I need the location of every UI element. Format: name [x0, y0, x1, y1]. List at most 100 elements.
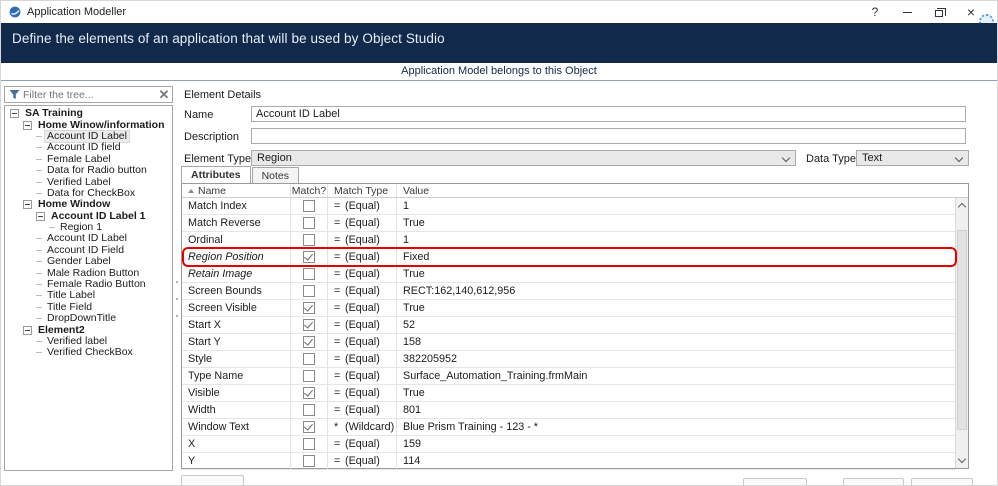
panel-splitter[interactable]: [175, 281, 178, 317]
attribute-value: 382205952: [403, 353, 458, 365]
tree-node-dropdowntitle[interactable]: DropDownTitle: [5, 313, 172, 324]
tree-node-home-window[interactable]: Home Window: [5, 199, 172, 210]
tree-collapse-icon[interactable]: [10, 109, 19, 119]
tree-collapse-icon[interactable]: [36, 211, 45, 221]
attribute-name: Window Text: [188, 421, 250, 433]
attribute-value: Surface_Automation_Training.frmMain: [403, 370, 588, 382]
element-type-dropdown[interactable]: Region: [251, 150, 796, 166]
filter-clear-icon[interactable]: ✕: [156, 88, 172, 101]
attribute-row-start-x[interactable]: Start X = (Equal) 52: [182, 317, 955, 334]
tab-notes[interactable]: Notes: [251, 167, 300, 183]
attribute-value: 52: [403, 319, 416, 331]
attribute-row-match-reverse[interactable]: Match Reverse = (Equal) True: [182, 215, 955, 232]
sort-ascending-icon: [188, 188, 194, 193]
tree-node-account-id-label[interactable]: Account ID Label: [5, 233, 172, 244]
bottom-button-3[interactable]: [843, 478, 904, 485]
tree-node-label: Region 1: [60, 221, 103, 234]
tree-connector: [36, 170, 42, 172]
bottom-button-2[interactable]: [743, 478, 807, 485]
close-button[interactable]: ×: [955, 1, 994, 29]
column-header-match[interactable]: Match?: [291, 184, 328, 197]
attribute-row-screen-bounds[interactable]: Screen Bounds = (Equal) RECT:162,140,612,95…: [182, 283, 955, 300]
tree-node-label: Data for Radio button: [47, 164, 147, 177]
scroll-down-icon[interactable]: [957, 454, 967, 464]
attribute-value: 1: [403, 200, 410, 212]
bottom-button-4[interactable]: [911, 478, 973, 485]
tree-connector: [36, 306, 42, 308]
tree-node-verified-checkbox[interactable]: Verified CheckBox: [5, 347, 172, 358]
name-field[interactable]: [251, 106, 966, 122]
attribute-row-region-position[interactable]: Region Position = (Equal) Fixed: [182, 247, 957, 267]
match-type: * (Wildcard): [328, 419, 397, 435]
column-header-value[interactable]: Value: [397, 184, 968, 197]
match-checkbox[interactable]: [303, 200, 315, 212]
match-checkbox[interactable]: [303, 455, 315, 467]
tree-collapse-icon[interactable]: [23, 200, 32, 210]
tree-collapse-icon[interactable]: [23, 325, 32, 335]
column-header-name[interactable]: Name: [182, 184, 291, 197]
attribute-row-type-name[interactable]: Type Name = (Equal) Surface_Automation_Trai…: [182, 368, 955, 385]
bottom-button-1[interactable]: [181, 475, 244, 485]
tree-node-account-id-field[interactable]: Account ID field: [5, 142, 172, 153]
match-type-name: (Wildcard): [345, 421, 395, 433]
tree-node-label: Account ID Label: [47, 232, 127, 245]
tree-node-label: DropDownTitle: [47, 312, 117, 325]
match-checkbox-checked[interactable]: [303, 421, 315, 433]
tree-filter-box: ✕: [4, 86, 173, 103]
match-type: = (Equal): [328, 368, 397, 384]
tab-attributes[interactable]: Attributes: [181, 166, 251, 183]
scrollbar-thumb[interactable]: [957, 230, 967, 430]
match-checkbox[interactable]: [303, 268, 315, 280]
match-checkbox[interactable]: [303, 285, 315, 297]
attribute-value: Blue Prism Training - 123 - *: [403, 421, 539, 433]
app-icon: [9, 6, 21, 18]
tree-node-gender-label[interactable]: Gender Label: [5, 256, 172, 267]
column-header-match-type[interactable]: Match Type: [328, 184, 397, 197]
match-type: = (Equal): [328, 300, 397, 316]
attribute-row-width[interactable]: Width = (Equal) 801: [182, 402, 955, 419]
table-scrollbar[interactable]: [955, 198, 968, 468]
match-checkbox[interactable]: [303, 370, 315, 382]
match-type: = (Equal): [328, 232, 397, 248]
attribute-row-screen-visible[interactable]: Screen Visible = (Equal) True: [182, 300, 955, 317]
match-checkbox[interactable]: [303, 234, 315, 246]
attribute-row-retain-image[interactable]: Retain Image = (Equal) True: [182, 266, 955, 283]
attribute-row-y[interactable]: Y = (Equal) 114: [182, 453, 955, 470]
minimize-button[interactable]: [891, 1, 923, 23]
match-checkbox[interactable]: [303, 438, 315, 450]
tree-node-title-label[interactable]: Title Label: [5, 290, 172, 301]
match-checkbox[interactable]: [303, 353, 315, 365]
match-checkbox-checked[interactable]: [303, 302, 315, 314]
tree-node-label: Home Winow/information: [38, 118, 165, 131]
attribute-name: Start Y: [188, 336, 221, 348]
match-type-operator: =: [334, 455, 341, 467]
attribute-row-ordinal[interactable]: Ordinal = (Equal) 1: [182, 232, 955, 249]
attribute-row-match-index[interactable]: Match Index = (Equal) 1: [182, 198, 955, 215]
match-checkbox[interactable]: [303, 217, 315, 229]
tree-node-label: Female Radio Button: [47, 278, 146, 291]
scroll-up-icon[interactable]: [957, 202, 967, 212]
match-checkbox[interactable]: [303, 404, 315, 416]
header-band: Define the elements of an application th…: [1, 23, 997, 63]
match-type-name: (Equal): [345, 438, 380, 450]
help-button[interactable]: ?: [859, 1, 891, 23]
match-checkbox-checked[interactable]: [303, 319, 315, 331]
match-checkbox-checked[interactable]: [303, 251, 315, 263]
tree-node-label: Verified CheckBox: [47, 346, 133, 359]
tree-node-sa-training[interactable]: SA Training: [5, 108, 172, 119]
attribute-value: 114: [403, 455, 421, 467]
attribute-row-style[interactable]: Style = (Equal) 382205952: [182, 351, 955, 368]
tree-node-label: Female Label: [47, 152, 111, 165]
match-checkbox-checked[interactable]: [303, 387, 315, 399]
description-field[interactable]: [251, 128, 966, 144]
tree-node-data-for-radio-button[interactable]: Data for Radio button: [5, 165, 172, 176]
match-checkbox-checked[interactable]: [303, 336, 315, 348]
attribute-row-start-y[interactable]: Start Y = (Equal) 158: [182, 334, 955, 351]
maximize-button[interactable]: [923, 1, 955, 23]
tree-collapse-icon[interactable]: [23, 120, 32, 130]
data-type-dropdown[interactable]: Text: [856, 150, 969, 166]
tree-filter-input[interactable]: [23, 88, 156, 101]
attribute-row-window-text[interactable]: Window Text * (Wildcard) Blue Prism Trainin…: [182, 419, 955, 436]
attribute-row-x[interactable]: X = (Equal) 159: [182, 436, 955, 453]
attribute-row-visible[interactable]: Visible = (Equal) True: [182, 385, 955, 402]
